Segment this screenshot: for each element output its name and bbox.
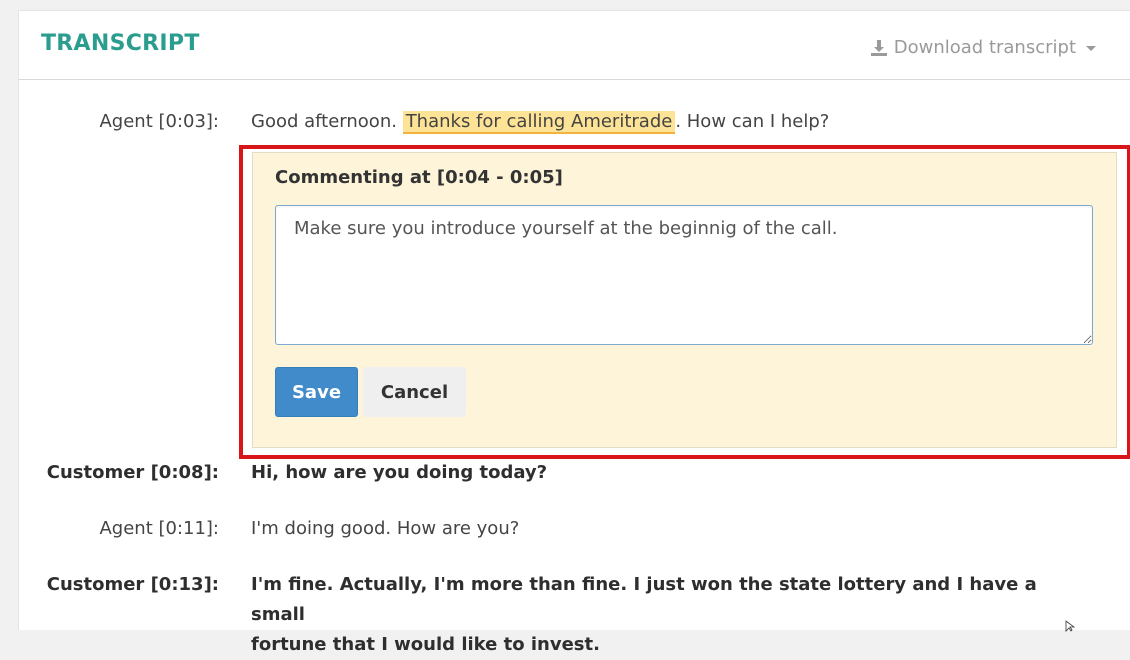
- speaker-label: Agent [0:03]:: [99, 111, 219, 132]
- download-transcript-label: Download transcript: [893, 37, 1076, 58]
- mouse-cursor-icon: [1065, 620, 1075, 632]
- highlighted-phrase[interactable]: Thanks for calling Ameritrade: [402, 111, 676, 134]
- transcript-line[interactable]: Good afternoon. Thanks for calling Ameri…: [251, 107, 1071, 137]
- speaker-label: Customer [0:08]:: [46, 462, 219, 483]
- transcript-header: TRANSCRIPT Download transcript: [19, 11, 1130, 80]
- utterance-text: I'm fine. Actually, I'm more than fine. …: [251, 574, 1037, 625]
- utterance-text[interactable]: I'm doing good. How are you?: [251, 514, 1071, 544]
- page-title: TRANSCRIPT: [41, 31, 200, 56]
- utterance-text: Good afternoon.: [251, 111, 403, 132]
- caret-down-icon: [1086, 46, 1096, 51]
- utterance-text: . How can I help?: [675, 111, 830, 132]
- speaker-label: Agent [0:11]:: [99, 518, 219, 539]
- transcript-card: TRANSCRIPT Download transcript Agent [0:…: [18, 10, 1130, 655]
- transcript-line[interactable]: I'm fine. Actually, I'm more than fine. …: [251, 570, 1071, 660]
- download-transcript-button[interactable]: Download transcript: [870, 37, 1096, 58]
- utterance-text: fortune that I would like to invest.: [251, 634, 600, 655]
- annotation-highlight-box: [239, 145, 1130, 459]
- download-icon: [870, 39, 888, 57]
- speaker-label: Customer [0:13]:: [46, 574, 219, 595]
- utterance-text[interactable]: Hi, how are you doing today?: [251, 458, 1071, 488]
